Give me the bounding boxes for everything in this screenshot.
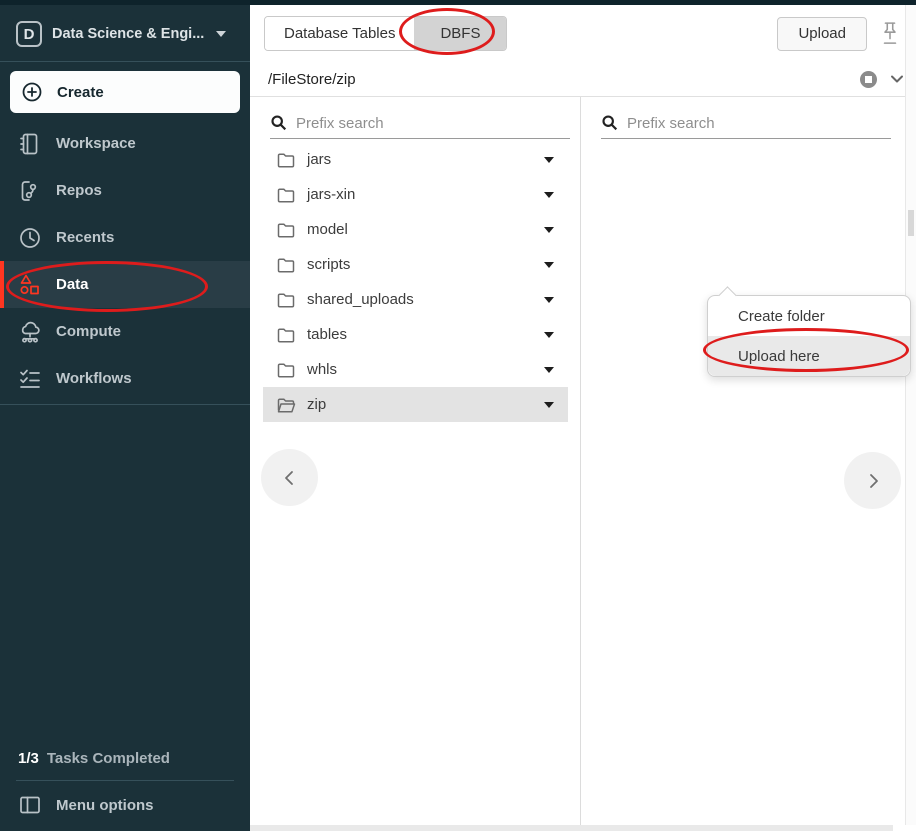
- sidebar-item-label: Workspace: [56, 135, 136, 152]
- folder-dropdown-caret-icon[interactable]: [544, 367, 554, 373]
- repos-icon: [18, 179, 42, 203]
- folder-name: zip: [307, 396, 533, 413]
- context-menu: Create folder Upload here: [707, 295, 911, 377]
- chevron-down-icon: [216, 31, 226, 37]
- tasks-progress: 1/3 Tasks Completed: [0, 738, 250, 778]
- sidebar-nav: Workspace Repos Recents: [0, 120, 250, 402]
- folder-icon: [276, 360, 296, 380]
- folder-icon: [276, 150, 296, 170]
- tasks-label: Tasks Completed: [47, 750, 170, 767]
- top-bar: Database Tables DBFS Upload: [250, 5, 916, 62]
- menu-options-icon: [18, 793, 42, 817]
- folder-dropdown-caret-icon[interactable]: [544, 332, 554, 338]
- sidebar-item-repos[interactable]: Repos: [0, 167, 250, 214]
- folder-name: scripts: [307, 256, 533, 273]
- vertical-scrollbar[interactable]: [905, 5, 916, 825]
- folder-name: tables: [307, 326, 533, 343]
- folder-open-icon: [276, 395, 296, 415]
- main-content: Database Tables DBFS Upload /FileStore/z…: [250, 5, 916, 831]
- databricks-logo: D: [16, 21, 42, 47]
- sidebar-item-workflows[interactable]: Workflows: [0, 355, 250, 402]
- view-tabs: Database Tables DBFS: [264, 16, 507, 51]
- menu-options-label: Menu options: [56, 797, 154, 814]
- folder-dropdown-caret-icon[interactable]: [544, 227, 554, 233]
- sidebar-item-workspace[interactable]: Workspace: [0, 120, 250, 167]
- refresh-icon[interactable]: [860, 71, 877, 88]
- sidebar-item-compute[interactable]: Compute: [0, 308, 250, 355]
- sidebar-item-label: Recents: [56, 229, 114, 246]
- workflows-checklist-icon: [18, 367, 42, 391]
- file-browser-panels: jars jars-xin model: [250, 97, 916, 831]
- folder-row-model[interactable]: model: [263, 212, 568, 247]
- sidebar-divider: [0, 61, 250, 62]
- folder-icon: [276, 290, 296, 310]
- folder-icon: [276, 255, 296, 275]
- sidebar-divider: [16, 780, 234, 781]
- folder-name: whls: [307, 361, 533, 378]
- folder-row-whls[interactable]: whls: [263, 352, 568, 387]
- workspace-icon: [18, 132, 42, 156]
- current-path: /FileStore/zip: [268, 71, 356, 88]
- folder-row-tables[interactable]: tables: [263, 317, 568, 352]
- chevron-right-icon: [861, 469, 885, 493]
- folder-dropdown-caret-icon[interactable]: [544, 157, 554, 163]
- top-window-strip: [0, 0, 916, 5]
- folder-name: model: [307, 221, 533, 238]
- sidebar-item-label: Data: [56, 276, 89, 293]
- folder-name: jars-xin: [307, 186, 533, 203]
- folder-dropdown-caret-icon[interactable]: [544, 262, 554, 268]
- sidebar-item-create[interactable]: Create: [10, 71, 240, 113]
- compute-cloud-icon: [18, 320, 42, 344]
- tab-database-tables[interactable]: Database Tables: [265, 17, 414, 50]
- data-shapes-icon: [18, 273, 42, 297]
- sidebar-item-recents[interactable]: Recents: [0, 214, 250, 261]
- pin-icon[interactable]: [880, 19, 900, 49]
- folder-icon: [276, 185, 296, 205]
- upload-button[interactable]: Upload: [777, 17, 867, 51]
- search-icon: [601, 114, 619, 132]
- context-menu-item-upload-here[interactable]: Upload here: [708, 336, 910, 376]
- folder-dropdown-caret-icon[interactable]: [544, 192, 554, 198]
- search-icon: [270, 114, 288, 132]
- chevron-left-icon: [278, 466, 302, 490]
- vertical-scrollbar-thumb[interactable]: [908, 210, 914, 236]
- path-bar: /FileStore/zip: [250, 62, 916, 97]
- context-menu-item-create-folder[interactable]: Create folder: [708, 296, 910, 336]
- sidebar-item-label: Repos: [56, 182, 102, 199]
- prev-page-button[interactable]: [261, 449, 318, 506]
- sidebar: D Data Science & Engi... Create: [0, 0, 250, 831]
- folder-row-jars-xin[interactable]: jars-xin: [263, 177, 568, 212]
- workspace-selector-label: Data Science & Engi...: [52, 26, 204, 42]
- folder-row-shared-uploads[interactable]: shared_uploads: [263, 282, 568, 317]
- prefix-search-right: [601, 107, 891, 139]
- folder-row-scripts[interactable]: scripts: [263, 247, 568, 282]
- folder-icon: [276, 325, 296, 345]
- folder-name: jars: [307, 151, 533, 168]
- recents-clock-icon: [18, 226, 42, 250]
- prefix-search-input[interactable]: [627, 115, 891, 132]
- folder-icon: [276, 220, 296, 240]
- sidebar-item-label: Create: [57, 84, 104, 101]
- plus-circle-icon: [20, 80, 44, 104]
- folder-list: jars jars-xin model: [250, 142, 580, 422]
- horizontal-scrollbar[interactable]: [250, 825, 893, 831]
- tasks-fraction: 1/3: [18, 750, 39, 767]
- folder-dropdown-caret-icon[interactable]: [544, 402, 554, 408]
- workspace-selector[interactable]: D Data Science & Engi...: [16, 19, 236, 49]
- tab-dbfs[interactable]: DBFS: [414, 17, 506, 50]
- folder-row-zip-selected[interactable]: zip: [263, 387, 568, 422]
- chevron-down-icon[interactable]: [889, 72, 905, 86]
- folder-name: shared_uploads: [307, 291, 533, 308]
- sidebar-item-label: Workflows: [56, 370, 132, 387]
- folder-dropdown-caret-icon[interactable]: [544, 297, 554, 303]
- databricks-data-page: D Data Science & Engi... Create: [0, 0, 916, 831]
- next-page-button[interactable]: [844, 452, 901, 509]
- sidebar-item-data[interactable]: Data: [0, 261, 250, 308]
- menu-options-button[interactable]: Menu options: [0, 783, 250, 827]
- folder-row-jars[interactable]: jars: [263, 142, 568, 177]
- prefix-search-left: [270, 107, 570, 139]
- sidebar-item-label: Compute: [56, 323, 121, 340]
- prefix-search-input[interactable]: [296, 115, 570, 132]
